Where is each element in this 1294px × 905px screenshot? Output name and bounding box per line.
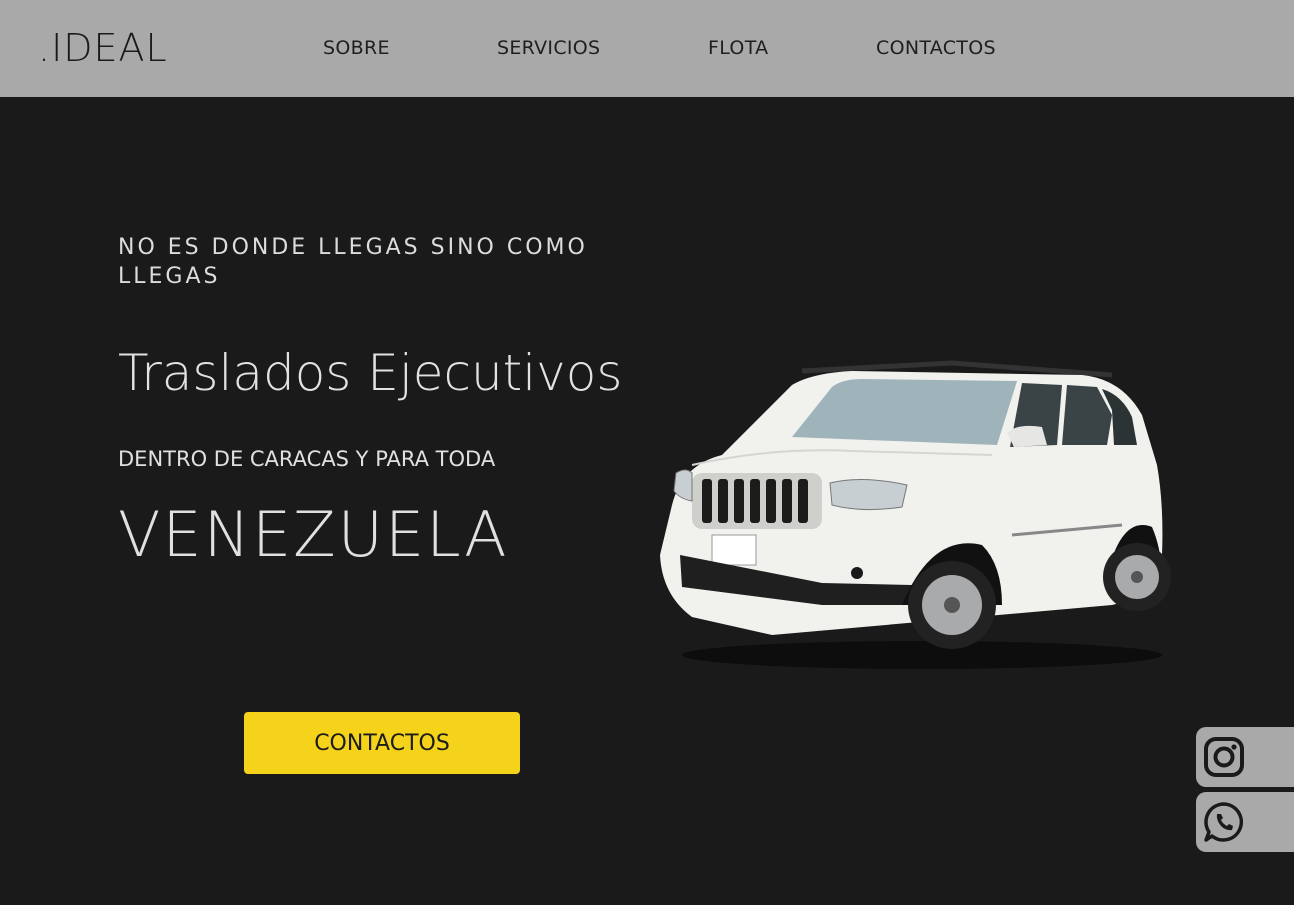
nav-link-sobre[interactable]: SOBRE [323, 36, 390, 60]
contactos-button[interactable]: CONTACTOS [244, 712, 520, 774]
nav-link-servicios[interactable]: SERVICIOS [497, 36, 600, 60]
hero-subline: DENTRO DE CARACAS Y PARA TODA [118, 447, 496, 471]
whatsapp-button[interactable] [1196, 792, 1294, 852]
hero-tagline: NO ES DONDE LLEGAS SINO COMO LLEGAS [118, 235, 588, 289]
instagram-button[interactable] [1196, 727, 1294, 787]
instagram-icon [1204, 737, 1244, 777]
site-logo[interactable]: .IDEAL [38, 26, 168, 70]
hero-section: NO ES DONDE LLEGAS SINO COMO LLEGAS Tras… [0, 97, 1294, 905]
nav-link-flota[interactable]: FLOTA [708, 36, 768, 60]
top-navbar: .IDEAL SOBRE SERVICIOS FLOTA CONTACTOS [0, 0, 1294, 97]
hero-country: VENEZUELA [118, 498, 509, 571]
hero-headline: Traslados Ejecutivos [118, 344, 623, 402]
suv-car-image [660, 360, 1171, 669]
nav-link-contactos[interactable]: CONTACTOS [876, 36, 996, 60]
whatsapp-icon [1204, 802, 1244, 842]
